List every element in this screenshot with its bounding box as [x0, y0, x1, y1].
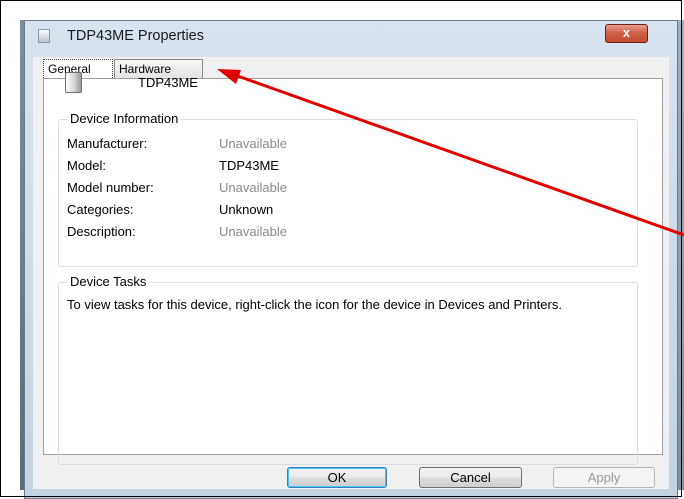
annotation-arrow-head	[217, 69, 241, 84]
annotation-arrow-line	[231, 72, 684, 237]
annotation-arrow	[217, 69, 684, 237]
